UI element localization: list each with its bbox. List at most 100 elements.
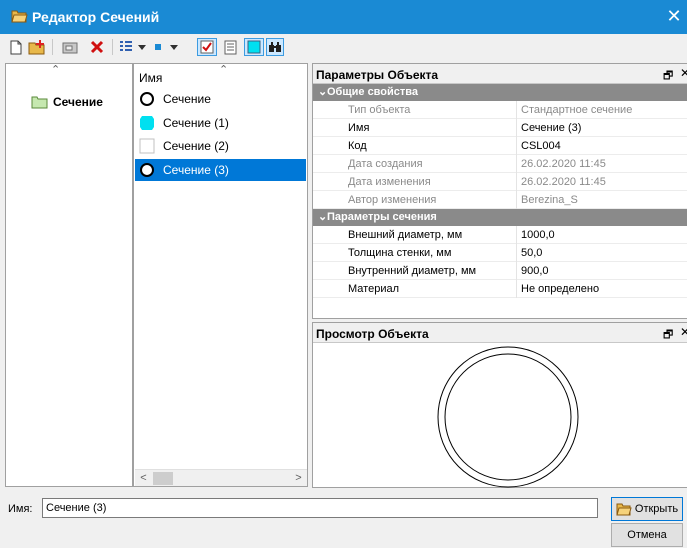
sort-arrow-icon: ⌃ bbox=[219, 64, 229, 76]
column-header-name: Имя bbox=[139, 71, 163, 85]
property-row[interactable]: Тип объекта Стандартное сечение bbox=[313, 101, 687, 119]
category-label: Общие свойства bbox=[327, 86, 419, 98]
size-dropdown-button[interactable] bbox=[168, 38, 180, 56]
chevron-down-icon: ⌄ bbox=[318, 211, 328, 223]
outer-circle bbox=[437, 346, 579, 488]
tree-item-label: Сечение bbox=[53, 95, 103, 109]
folder-icon bbox=[31, 96, 48, 108]
small-square-button[interactable] bbox=[150, 38, 166, 56]
property-row[interactable]: Внешний диаметр, мм 1000,0 bbox=[313, 226, 687, 244]
name-input[interactable] bbox=[42, 498, 598, 518]
close-panel-icon[interactable]: ✕ bbox=[680, 66, 687, 80]
property-name: Толщина стенки, мм bbox=[348, 247, 452, 259]
open-button[interactable]: Открыть bbox=[611, 497, 683, 521]
scroll-up-icon[interactable]: ⌃ bbox=[51, 63, 60, 76]
property-value[interactable]: Не определено bbox=[521, 283, 599, 295]
property-name: Имя bbox=[348, 122, 370, 134]
horizontal-scrollbar[interactable]: < > bbox=[135, 469, 307, 486]
chevron-down-icon: ⌄ bbox=[318, 86, 328, 98]
property-value[interactable]: 1000,0 bbox=[521, 229, 555, 241]
property-row[interactable]: Автор изменения Berezina_S bbox=[313, 191, 687, 209]
list-item-label: Сечение bbox=[163, 92, 211, 106]
property-row[interactable]: Дата изменения 26.02.2020 11:45 bbox=[313, 173, 687, 191]
list-item[interactable]: Сечение (2) bbox=[135, 135, 306, 157]
close-window-button[interactable]: ✕ bbox=[662, 4, 686, 28]
category-general[interactable]: ⌄ Общие свойства bbox=[313, 84, 687, 101]
close-panel-icon[interactable]: ✕ bbox=[680, 325, 687, 339]
text-list-button[interactable] bbox=[221, 38, 239, 56]
property-row[interactable]: Толщина стенки, мм 50,0 bbox=[313, 244, 687, 262]
list-item-selected[interactable]: Сечение (3) bbox=[135, 159, 306, 181]
new-document-button[interactable] bbox=[8, 38, 24, 56]
list-item[interactable]: Сечение bbox=[135, 88, 306, 110]
preview-title: Просмотр Объекта bbox=[316, 327, 429, 341]
properties-title: Параметры Объекта bbox=[316, 68, 439, 82]
find-button[interactable] bbox=[266, 38, 284, 56]
property-value[interactable]: Сечение (3) bbox=[521, 122, 581, 134]
list-item-label: Сечение (3) bbox=[163, 163, 229, 177]
folder-open-icon bbox=[11, 10, 28, 23]
property-value[interactable]: CSL004 bbox=[521, 140, 561, 152]
section-preview-drawing bbox=[437, 346, 579, 488]
small-square-icon bbox=[155, 44, 161, 50]
folder-open-icon bbox=[616, 503, 632, 515]
ring-icon bbox=[140, 163, 154, 177]
scroll-left-icon[interactable]: < bbox=[135, 470, 152, 487]
open-folder-button[interactable] bbox=[27, 38, 47, 56]
delete-icon bbox=[90, 40, 104, 54]
cancel-button-label: Отмена bbox=[627, 529, 667, 541]
list-item[interactable]: Сечение (1) bbox=[135, 112, 306, 134]
property-row[interactable]: Дата создания 26.02.2020 11:45 bbox=[313, 155, 687, 173]
inner-circle bbox=[444, 353, 572, 481]
fill-toggle-button[interactable] bbox=[244, 38, 264, 56]
property-name: Материал bbox=[348, 283, 399, 295]
category-label: Параметры сечения bbox=[327, 211, 437, 223]
list-view-icon bbox=[120, 41, 132, 51]
new-document-icon bbox=[10, 40, 22, 54]
dropdown-icon bbox=[138, 44, 146, 50]
properties-panel: Параметры Объекта 🗗 ✕ ⌄ Общие свойства Т… bbox=[312, 63, 687, 319]
cancel-button[interactable]: Отмена bbox=[611, 523, 683, 547]
view-dropdown-button[interactable] bbox=[136, 38, 148, 56]
delete-button[interactable] bbox=[88, 38, 106, 56]
property-value[interactable]: 50,0 bbox=[521, 247, 542, 259]
property-name: Дата создания bbox=[348, 158, 423, 170]
preview-panel: Просмотр Объекта 🗗 ✕ bbox=[312, 322, 687, 488]
property-name: Тип объекта bbox=[348, 104, 411, 116]
window-title: Редактор Сечений bbox=[32, 9, 160, 25]
ring-icon bbox=[140, 92, 154, 106]
scroll-right-icon[interactable]: > bbox=[290, 470, 307, 487]
property-row[interactable]: Материал Не определено bbox=[313, 280, 687, 298]
name-label: Имя: bbox=[8, 503, 33, 515]
list-header[interactable]: Имя ⌃ bbox=[134, 64, 307, 86]
property-row[interactable]: Внутренний диаметр, мм 900,0 bbox=[313, 262, 687, 280]
properties-header: Параметры Объекта 🗗 ✕ bbox=[313, 64, 687, 84]
check-toggle-button[interactable] bbox=[197, 38, 217, 56]
scroll-thumb[interactable] bbox=[153, 472, 173, 485]
section-list: Имя ⌃ Сечение Сечение (1) Сечение (2) Се… bbox=[133, 63, 308, 487]
library-button[interactable] bbox=[60, 38, 80, 56]
list-item-label: Сечение (1) bbox=[163, 116, 229, 130]
category-section-params[interactable]: ⌄ Параметры сечения bbox=[313, 209, 687, 226]
list-view-button[interactable] bbox=[118, 38, 134, 56]
property-value[interactable]: 900,0 bbox=[521, 265, 549, 277]
property-row[interactable]: Код CSL004 bbox=[313, 137, 687, 155]
property-name: Автор изменения bbox=[348, 194, 437, 206]
cyan-section-icon bbox=[140, 116, 154, 130]
property-value: Стандартное сечение bbox=[521, 104, 633, 116]
preview-header: Просмотр Объекта 🗗 ✕ bbox=[313, 323, 687, 343]
cyan-square-icon bbox=[247, 40, 261, 54]
tree-item-section[interactable]: Сечение bbox=[31, 94, 103, 110]
property-value: Berezina_S bbox=[521, 194, 578, 206]
property-value: 26.02.2020 11:45 bbox=[521, 158, 606, 170]
property-name: Внутренний диаметр, мм bbox=[348, 265, 477, 277]
property-name: Дата изменения bbox=[348, 176, 431, 188]
library-icon bbox=[62, 42, 78, 54]
toolbar bbox=[0, 34, 687, 60]
open-button-label: Открыть bbox=[634, 503, 679, 515]
dropdown-icon bbox=[170, 44, 178, 50]
empty-section-icon bbox=[139, 138, 155, 154]
property-row[interactable]: Имя Сечение (3) bbox=[313, 119, 687, 137]
title-bar: Редактор Сечений ✕ bbox=[0, 0, 687, 34]
checkbox-icon bbox=[200, 40, 214, 54]
